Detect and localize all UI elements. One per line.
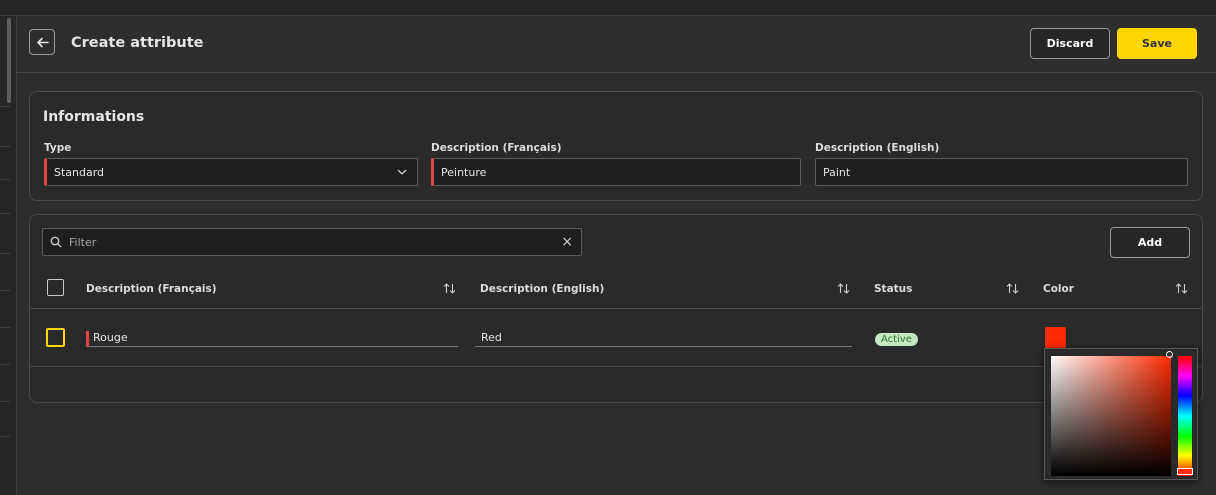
rail-divider — [0, 327, 10, 328]
row-checkbox[interactable] — [46, 328, 65, 347]
rail-divider — [0, 179, 10, 180]
desc-fr-input[interactable]: Peinture — [431, 158, 801, 186]
left-rail-scrollbar[interactable] — [7, 18, 11, 103]
page-title: Create attribute — [71, 35, 204, 51]
sort-icon[interactable] — [1006, 282, 1019, 295]
arrow-left-icon — [36, 37, 49, 47]
rail-divider — [0, 364, 10, 365]
attribute-values-card: Filter × Add Description (Français) Desc… — [29, 214, 1203, 403]
hue-slider[interactable] — [1178, 356, 1192, 476]
select-all-checkbox[interactable] — [47, 279, 64, 296]
search-icon — [50, 236, 62, 248]
type-label: Type — [44, 142, 72, 154]
chevron-down-icon — [397, 169, 407, 175]
color-picker-popover — [1044, 348, 1198, 480]
desc-en-value: Paint — [823, 165, 851, 179]
rail-divider — [0, 436, 10, 437]
informations-card: Informations Type Standard Description (… — [29, 91, 1203, 201]
color-swatch[interactable] — [1045, 327, 1066, 348]
desc-en-input[interactable]: Paint — [815, 158, 1188, 186]
add-button[interactable]: Add — [1110, 227, 1190, 258]
close-icon[interactable]: × — [561, 234, 573, 250]
rail-divider — [0, 253, 10, 254]
discard-button[interactable]: Discard — [1030, 28, 1110, 59]
rail-divider — [0, 401, 10, 402]
filter-input[interactable]: Filter × — [42, 228, 582, 256]
informations-title: Informations — [43, 109, 145, 125]
status-badge: Active — [875, 333, 918, 346]
page-header: Create attribute Discard Save — [16, 16, 1216, 73]
left-rail — [0, 16, 17, 495]
filter-placeholder: Filter — [69, 236, 97, 249]
desc-fr-label: Description (Français) — [431, 142, 562, 154]
saturation-value-area[interactable] — [1051, 356, 1171, 476]
column-header-desc-fr: Description (Français) — [86, 283, 217, 295]
top-bar — [0, 0, 1216, 16]
rail-divider — [0, 146, 10, 147]
column-header-status: Status — [874, 283, 913, 295]
desc-en-label: Description (English) — [815, 142, 940, 154]
table-row: Rouge Red Active — [30, 308, 1202, 367]
back-button[interactable] — [29, 29, 55, 55]
row-desc-en-input[interactable]: Red — [475, 331, 852, 347]
save-button[interactable]: Save — [1117, 28, 1197, 59]
table-header: Description (Français) Description (Engl… — [30, 271, 1202, 309]
sort-icon[interactable] — [1175, 282, 1188, 295]
rail-divider — [0, 106, 10, 107]
sort-icon[interactable] — [443, 282, 456, 295]
column-header-desc-en: Description (English) — [480, 283, 605, 295]
rail-divider — [0, 290, 10, 291]
hue-slider-handle[interactable] — [1177, 468, 1193, 475]
desc-fr-value: Peinture — [441, 165, 487, 179]
row-desc-fr-input[interactable]: Rouge — [86, 331, 458, 347]
rail-divider — [0, 213, 10, 214]
column-header-color: Color — [1043, 283, 1074, 295]
type-select[interactable]: Standard — [44, 158, 418, 186]
sort-icon[interactable] — [837, 282, 850, 295]
saturation-value-handle[interactable] — [1166, 351, 1173, 358]
type-select-value: Standard — [54, 165, 105, 179]
